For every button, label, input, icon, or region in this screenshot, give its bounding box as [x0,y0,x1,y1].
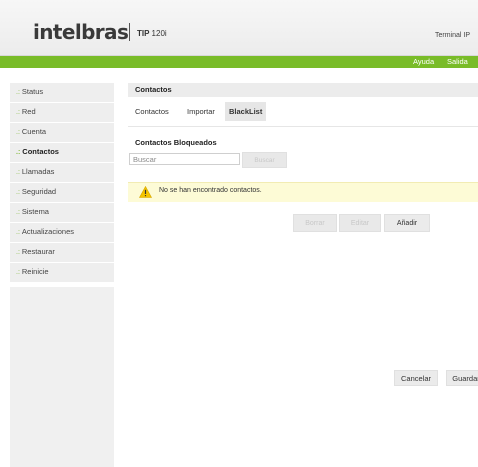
section-title: Contactos Bloqueados [135,138,217,147]
alert-text: No se han encontrado contactos. [159,187,262,194]
sidebar-item-label: Llamadas [21,167,55,176]
bullet-icon: .: [16,269,20,276]
bullet-icon: .: [16,129,20,136]
sidebar-item-seguridad[interactable]: .: Seguridad [10,183,114,203]
tab-divider [128,126,478,127]
main-panel: Contactos Contactos Importar BlackList C… [128,83,478,232]
logout-link[interactable]: Salida [447,57,468,66]
sidebar-item-label: Reinicie [21,267,49,276]
add-button[interactable]: Añadir [384,214,430,232]
bullet-icon: .: [16,89,20,96]
sidebar-item-label: Cuenta [21,127,47,136]
search-input[interactable] [129,153,240,165]
empty-alert: No se han encontrado contactos. [128,182,478,202]
header: intelbras TIP 120i Terminal IP [0,0,478,56]
bullet-icon: .: [16,149,21,156]
sidebar-item-cuenta[interactable]: .: Cuenta [10,123,114,143]
sidebar-item-label: Actualizaciones [21,227,75,236]
bullet-icon: .: [16,169,20,176]
edit-button[interactable]: Editar [339,214,381,232]
cancel-button[interactable]: Cancelar [394,370,438,386]
sidebar-item-label: Sistema [21,207,49,216]
tab-contactos[interactable]: Contactos [135,102,169,121]
model-prefix: TIP [137,29,150,38]
warning-icon [139,186,152,198]
sidebar-item-label: Status [21,87,44,96]
sidebar-item-contactos[interactable]: .: Contactos [10,143,114,163]
tab-blacklist[interactable]: BlackList [225,102,267,121]
sidebar-item-label: Seguridad [21,187,57,196]
sidebar-item-reinicie[interactable]: .: Reinicie [10,263,114,283]
delete-button[interactable]: Borrar [293,214,337,232]
bullet-icon: .: [16,229,20,236]
bullet-icon: .: [16,249,20,256]
bullet-icon: .: [16,109,20,116]
sidebar-item-label: Restaurar [21,247,55,256]
sidebar-item-actualizaciones[interactable]: .: Actualizaciones [10,223,114,243]
sidebar-item-restaurar[interactable]: .: Restaurar [10,243,114,263]
tab-importar[interactable]: Importar [187,102,215,121]
search-button[interactable]: Buscar [242,152,287,168]
page-title: Contactos [128,83,478,97]
brand-logo: intelbras [33,20,129,44]
terminal-label: Terminal IP [434,32,470,39]
sidebar-item-llamadas[interactable]: .: Llamadas [10,163,114,183]
save-button[interactable]: Guardar [446,370,478,386]
model-name: TIP 120i [137,29,167,38]
sidebar-item-label: Contactos [22,147,59,156]
sidebar: .: Status .: Red .: Cuenta .: Contactos .: Ll… [10,83,114,467]
bullet-icon: .: [16,209,20,216]
sidebar-item-status[interactable]: .: Status [10,83,114,103]
model-number: 120i [151,29,167,38]
bullet-icon: .: [16,189,20,196]
sidebar-item-sistema[interactable]: .: Sistema [10,203,114,223]
sidebar-item-label: Red [21,107,36,116]
help-link[interactable]: Ayuda [413,57,434,66]
top-nav-bar: Ayuda Salida [0,56,478,68]
sidebar-item-red[interactable]: .: Red [10,103,114,123]
sidebar-filler [10,287,114,467]
logo-separator [129,23,130,41]
